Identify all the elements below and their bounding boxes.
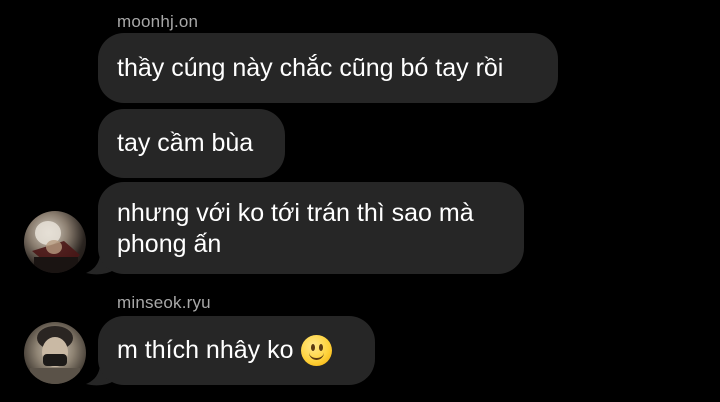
slightly-smiling-face-icon [301,335,333,366]
avatar[interactable] [24,211,86,273]
avatar-photo [32,221,80,273]
message-bubble[interactable]: nhưng với ko tới trán thì sao mà phong ấ… [98,182,524,274]
sender-name[interactable]: moonhj.on [117,12,198,32]
chat-thread: moonhj.on thầy cúng này chắc cũng bó tay… [0,0,720,402]
message-text: tay cầm bùa [117,129,254,157]
message-text-line: nhưng với ko tới trán thì sao mà [117,199,474,227]
avatar-photo [30,326,80,384]
avatar[interactable] [24,322,86,384]
message-text: m thích nhây ko [117,336,294,364]
message-bubble[interactable]: m thích nhây ko [98,316,375,385]
message-bubble[interactable]: thầy cúng này chắc cũng bó tay rồi [98,33,558,103]
message-text-line: phong ấn [117,230,222,258]
message-text: thầy cúng này chắc cũng bó tay rồi [117,53,504,82]
message-bubble[interactable]: tay cầm bùa [98,109,285,178]
sender-name[interactable]: minseok.ryu [117,293,211,313]
